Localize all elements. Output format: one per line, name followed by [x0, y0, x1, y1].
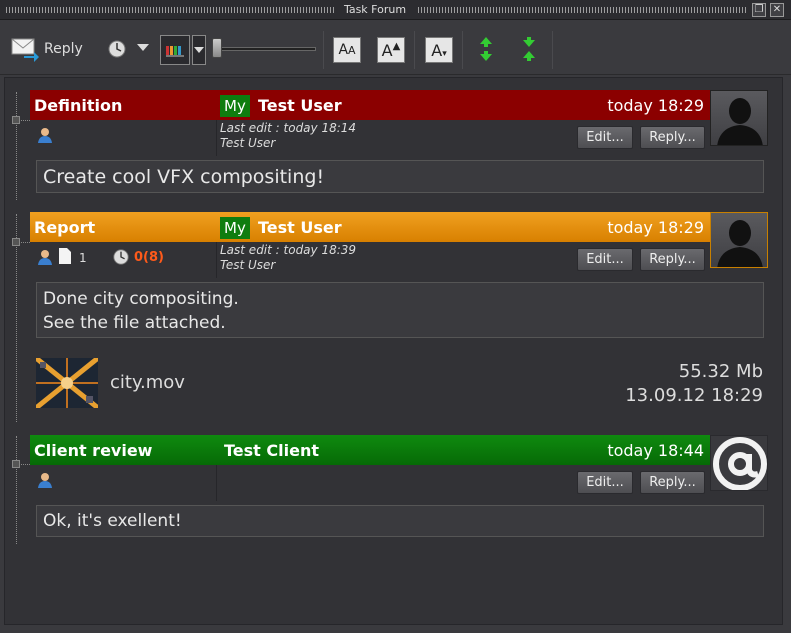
post-header: Definition My Test User today 18:29 [30, 90, 710, 120]
attachment-name[interactable]: city.mov [110, 372, 185, 393]
font-size-increase-button[interactable]: A▲ [377, 37, 405, 63]
font-size-normal-button[interactable]: AA [333, 37, 361, 63]
clock-icon [113, 249, 129, 265]
reply-button[interactable]: Reply... [640, 248, 705, 271]
post-author: Test User [258, 95, 342, 115]
meta-divider [216, 465, 217, 501]
reply-button[interactable]: Reply... [640, 126, 705, 149]
collapse-arrows-icon [523, 37, 535, 61]
meta-divider [216, 242, 217, 278]
edit-button[interactable]: Edit... [577, 126, 633, 149]
message-line: Create cool VFX compositing! [43, 166, 325, 188]
my-badge: My [220, 217, 250, 239]
font-increase-icon: A▲ [381, 40, 401, 60]
client-avatar [710, 435, 768, 491]
chevron-down-icon [137, 44, 149, 51]
chevron-down-icon [194, 46, 204, 53]
post-type: Definition [34, 95, 123, 115]
clock-filter-button[interactable] [106, 38, 128, 60]
attachment-info: 55.32 Mb 13.09.12 18:29 [560, 360, 763, 408]
toolbar-separator [323, 31, 324, 69]
files-count: 1 [79, 251, 87, 265]
video-thumbnail-image [36, 358, 98, 408]
expand-all-button[interactable] [476, 35, 496, 63]
toolbar-separator [414, 31, 415, 69]
editor-name: Test User [220, 258, 276, 272]
post-time: today 18:29 [607, 95, 704, 115]
user-silhouette-icon [717, 98, 763, 145]
mail-reply-icon [11, 38, 39, 62]
title-bar: Task Forum ❐ ✕ [0, 0, 791, 20]
attachment-thumbnail[interactable] [36, 358, 98, 408]
color-bars-icon [166, 46, 184, 57]
font-aa-icon: AA [338, 42, 356, 58]
post-time: today 18:44 [607, 440, 704, 460]
meta-divider [216, 120, 217, 156]
post-message: Create cool VFX compositing! [36, 160, 764, 193]
post-message: Done city compositing. See the file atta… [36, 282, 764, 338]
user-icon [38, 250, 52, 265]
user-icon [38, 128, 52, 143]
post-meta: 1 0(8) Last edit : today 18:39 Test User… [30, 242, 710, 278]
tree-line [16, 92, 17, 200]
reply-button[interactable]: Reply... [640, 471, 705, 494]
user-avatar [710, 212, 768, 268]
reply-toolbar-button[interactable]: Reply [10, 35, 83, 63]
close-button[interactable]: ✕ [770, 3, 784, 17]
timer-count: 0(8) [134, 250, 164, 265]
title-grip-right [418, 7, 748, 13]
message-line: See the file attached. [43, 313, 226, 333]
restore-button[interactable]: ❐ [752, 3, 766, 17]
clock-icon [108, 40, 126, 58]
collapse-toggle[interactable] [12, 238, 20, 246]
post-header: Client review Test Client today 18:44 [30, 435, 710, 465]
zoom-slider-handle[interactable] [212, 38, 222, 58]
clock-dropdown-button[interactable] [136, 42, 150, 54]
expand-arrows-icon [480, 37, 492, 61]
collapse-toggle[interactable] [12, 460, 20, 468]
post-message: Ok, it's exellent! [36, 505, 764, 537]
user-avatar [710, 90, 768, 146]
post-time: today 18:29 [607, 217, 704, 237]
zoom-slider-track[interactable] [214, 47, 316, 51]
toolbar: Reply AA A▲ A▾ [0, 21, 791, 75]
color-filter-button[interactable] [160, 35, 190, 65]
post-author: Test User [258, 217, 342, 237]
reply-label: Reply [44, 41, 83, 57]
post-type: Report [34, 217, 96, 237]
post-meta: Edit... Reply... [30, 465, 710, 501]
message-line: Ok, it's exellent! [43, 511, 182, 531]
collapse-toggle[interactable] [12, 116, 20, 124]
last-edit: Last edit : today 18:39 [220, 243, 357, 257]
toolbar-separator [552, 31, 553, 69]
user-icon [38, 473, 52, 488]
last-edit: Last edit : today 18:14 [220, 121, 357, 135]
message-line: Done city compositing. [43, 289, 239, 309]
post-meta: Last edit : today 18:14 Test User Edit..… [30, 120, 710, 156]
toolbar-separator [462, 31, 463, 69]
user-silhouette-icon [717, 220, 763, 267]
my-badge: My [220, 95, 250, 117]
attachment-date: 13.09.12 18:29 [625, 385, 763, 406]
edit-button[interactable]: Edit... [577, 471, 633, 494]
at-sign-icon [713, 437, 767, 490]
collapse-all-button[interactable] [519, 35, 539, 63]
font-size-decrease-button[interactable]: A▾ [425, 37, 453, 63]
edit-button[interactable]: Edit... [577, 248, 633, 271]
font-decrease-icon: A▾ [431, 40, 447, 60]
editor-name: Test User [220, 136, 276, 150]
post-header: Report My Test User today 18:29 [30, 212, 710, 242]
attachment-size: 55.32 Mb [678, 361, 763, 382]
color-dropdown-button[interactable] [192, 35, 206, 65]
file-icon [59, 248, 71, 264]
post-author: Test Client [224, 440, 319, 460]
post-type: Client review [34, 440, 153, 460]
tree-line [16, 436, 17, 544]
